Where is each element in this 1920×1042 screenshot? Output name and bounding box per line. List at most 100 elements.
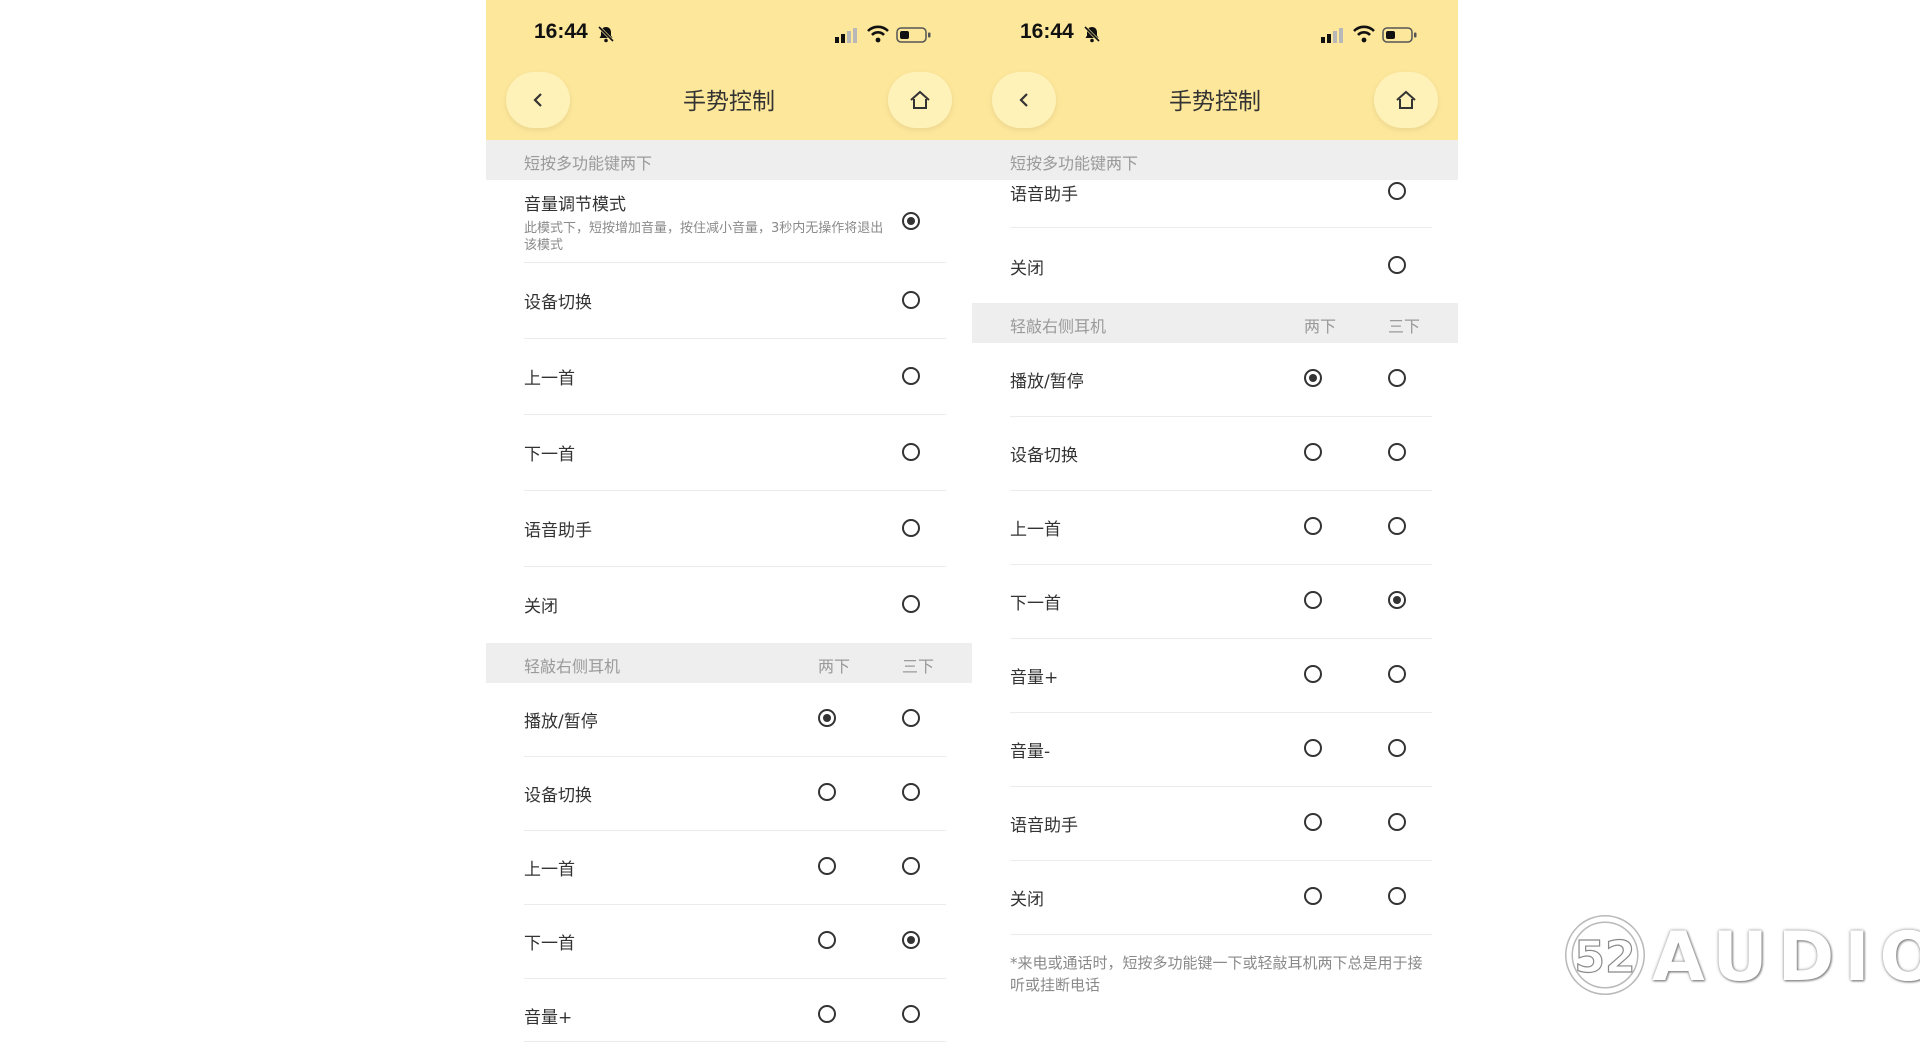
battery-icon: [896, 27, 931, 43]
radio-next-track[interactable]: [902, 443, 920, 461]
home-icon: [910, 90, 930, 109]
radio-double-next-track[interactable]: [818, 931, 836, 949]
option-label: 上一首: [1010, 520, 1061, 540]
option-row-off[interactable]: 关闭: [524, 567, 946, 642]
radio-voice-assistant[interactable]: [902, 519, 920, 537]
bell-muted-icon: [1083, 25, 1101, 43]
radio-triple-off[interactable]: [1388, 887, 1406, 905]
radio-triple-device-switch[interactable]: [1388, 443, 1406, 461]
radio-volume-mode[interactable]: [902, 212, 920, 230]
radio-double-off[interactable]: [1304, 887, 1322, 905]
option-row-off[interactable]: 关闭: [1010, 228, 1432, 303]
option-label: 设备切换: [524, 786, 592, 806]
radio-triple-next-track[interactable]: [1388, 591, 1406, 609]
option-label: 关闭: [524, 597, 558, 617]
section-title: 轻敲右侧耳机: [1010, 317, 1107, 336]
radio-double-device-switch[interactable]: [1304, 443, 1322, 461]
radio-triple-previous-track[interactable]: [902, 857, 920, 875]
radio-double-previous-track[interactable]: [1304, 517, 1322, 535]
radio-double-volume-up[interactable]: [818, 1005, 836, 1023]
option-row-voice-assistant[interactable]: 语音助手: [524, 491, 946, 567]
radio-double-previous-track[interactable]: [818, 857, 836, 875]
option-label: 语音助手: [524, 521, 592, 541]
radio-triple-voice-assistant[interactable]: [1388, 813, 1406, 831]
option-row-previous-track[interactable]: 上一首: [524, 339, 946, 415]
watermark-logo: 52 AUDIO: [1560, 910, 1920, 1000]
radio-triple-device-switch[interactable]: [902, 783, 920, 801]
column-label-triple: 三下: [1387, 317, 1420, 336]
tap-row-play-pause: 播放/暂停: [524, 683, 946, 757]
watermark-badge: 52: [1565, 915, 1645, 995]
option-label: 上一首: [524, 860, 575, 880]
radio-double-play-pause[interactable]: [818, 709, 836, 727]
tap-row-device-switch: 设备切换: [1010, 417, 1432, 491]
status-time: 16:44: [1020, 20, 1074, 43]
tap-row-off: 关闭: [1010, 861, 1432, 935]
column-label-double: 两下: [1303, 317, 1336, 336]
phone-screen-right: 16:44 手势控制 短按多功能键两下 语音助手 关闭 轻敲右侧耳机 两下 三下…: [972, 0, 1458, 1042]
radio-device-switch[interactable]: [902, 291, 920, 309]
radio-voice-assistant[interactable]: [1388, 182, 1406, 200]
section-title: 短按多功能键两下: [524, 154, 653, 173]
tap-row-previous-track: 上一首: [1010, 491, 1432, 565]
home-button[interactable]: [1374, 72, 1438, 128]
bell-muted-icon: [597, 25, 615, 43]
option-label: 下一首: [524, 934, 575, 954]
tap-row-voice-assistant: 语音助手: [1010, 787, 1432, 861]
radio-off[interactable]: [1388, 256, 1406, 274]
radio-triple-volume-up[interactable]: [1388, 665, 1406, 683]
signal-icon: [1321, 28, 1343, 43]
option-label: 上一首: [524, 369, 575, 389]
tap-row-play-pause: 播放/暂停: [1010, 343, 1432, 417]
section-header-tap-right: 轻敲右侧耳机 两下 三下: [486, 643, 972, 683]
option-label: 关闭: [1010, 259, 1044, 279]
wifi-icon: [867, 25, 889, 43]
top-bar: 16:44 手势控制: [486, 0, 972, 140]
column-label-double: 两下: [817, 657, 850, 676]
radio-triple-volume-up[interactable]: [902, 1005, 920, 1023]
option-row-voice-assistant[interactable]: 语音助手: [1010, 180, 1432, 228]
footnote: *来电或通话时，短按多功能键一下或轻敲耳机两下总是用于接听或挂断电话: [1010, 954, 1423, 994]
radio-triple-previous-track[interactable]: [1388, 517, 1406, 535]
radio-triple-play-pause[interactable]: [902, 709, 920, 727]
radio-double-next-track[interactable]: [1304, 591, 1322, 609]
radio-off[interactable]: [902, 595, 920, 613]
tap-row-next-track: 下一首: [1010, 565, 1432, 639]
radio-triple-play-pause[interactable]: [1388, 369, 1406, 387]
home-icon: [1396, 90, 1416, 109]
radio-previous-track[interactable]: [902, 367, 920, 385]
option-label: 语音助手: [1010, 185, 1078, 205]
signal-icon: [835, 28, 857, 43]
option-row-next-track[interactable]: 下一首: [524, 415, 946, 491]
option-label: 播放/暂停: [1010, 372, 1084, 392]
tap-row-volume-down: 音量-: [1010, 713, 1432, 787]
option-label: 关闭: [1010, 890, 1044, 910]
home-button[interactable]: [888, 72, 952, 128]
tap-row-volume-up: 音量+: [524, 979, 946, 1042]
option-row-device-switch[interactable]: 设备切换: [524, 263, 946, 339]
radio-double-volume-up[interactable]: [1304, 665, 1322, 683]
option-label: 设备切换: [524, 293, 592, 313]
radio-double-play-pause[interactable]: [1304, 369, 1322, 387]
option-label: 音量-: [1010, 742, 1051, 762]
tap-row-volume-up: 音量+: [1010, 639, 1432, 713]
radio-double-device-switch[interactable]: [818, 783, 836, 801]
option-label: 音量调节模式: [524, 195, 626, 215]
column-label-triple: 三下: [901, 657, 934, 676]
radio-triple-volume-down[interactable]: [1388, 739, 1406, 757]
tap-row-previous-track: 上一首: [524, 831, 946, 905]
option-row-volume-mode[interactable]: 音量调节模式 此模式下，短按增加音量，按住减小音量，3秒内无操作将退出该模式: [524, 180, 946, 263]
section-header-double-press: 短按多功能键两下: [972, 140, 1458, 180]
option-label: 播放/暂停: [524, 712, 598, 732]
tap-row-device-switch: 设备切换: [524, 757, 946, 831]
section-title: 轻敲右侧耳机: [524, 657, 621, 676]
option-label: 音量+: [1010, 668, 1059, 688]
option-label: 音量+: [524, 1008, 573, 1028]
section-title: 短按多功能键两下: [1010, 154, 1139, 173]
radio-double-voice-assistant[interactable]: [1304, 813, 1322, 831]
top-bar: 16:44 手势控制: [972, 0, 1458, 140]
radio-triple-next-track[interactable]: [902, 931, 920, 949]
battery-icon: [1382, 27, 1417, 43]
status-time: 16:44: [534, 20, 588, 43]
radio-double-volume-down[interactable]: [1304, 739, 1322, 757]
